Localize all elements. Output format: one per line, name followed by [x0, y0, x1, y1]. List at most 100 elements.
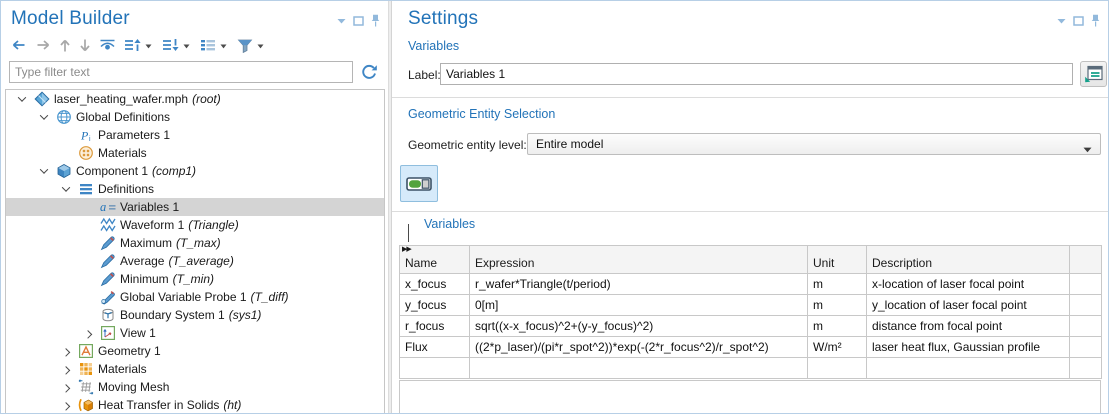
- collapse-chevron-icon[interactable]: [56, 180, 76, 198]
- cell-extra[interactable]: [1070, 295, 1102, 316]
- refresh-button[interactable]: [359, 63, 381, 81]
- filter-button[interactable]: [233, 36, 257, 55]
- tree-item-global-definitions[interactable]: Global Definitions: [6, 108, 384, 126]
- cell-name[interactable]: r_focus: [400, 316, 470, 337]
- model-builder-window-controls: [337, 14, 380, 27]
- filter-input[interactable]: [9, 61, 353, 83]
- cell-extra[interactable]: [1070, 316, 1102, 337]
- tree-item-view-1[interactable]: View 1: [6, 324, 384, 342]
- cell-unit[interactable]: W/m²: [808, 337, 867, 358]
- cell-name[interactable]: y_focus: [400, 295, 470, 316]
- expand-chevron-icon[interactable]: [56, 360, 76, 378]
- cell-extra[interactable]: [1070, 337, 1102, 358]
- cell-description[interactable]: laser heat flux, Gaussian profile: [867, 337, 1070, 358]
- tree-item-geometry-1[interactable]: Geometry 1: [6, 342, 384, 360]
- cell-empty[interactable]: [808, 358, 867, 379]
- tree-item-materials[interactable]: Materials: [6, 144, 384, 162]
- settings-title: Settings: [408, 8, 478, 30]
- pin-panel-icon[interactable]: [1091, 14, 1100, 27]
- tree-item-boundary-system-1[interactable]: Boundary System 1(sys1): [6, 306, 384, 324]
- label-input[interactable]: [440, 63, 1073, 85]
- tree-item-parameters-1[interactable]: PiParameters 1: [6, 126, 384, 144]
- back-button[interactable]: [7, 36, 31, 54]
- move-down-button[interactable]: [75, 36, 95, 55]
- table-row: y_focus0[m]my_location of laser focal po…: [400, 295, 1102, 316]
- column-header-extra: [1070, 246, 1102, 274]
- geometric-entity-level-label: Geometric entity level:: [408, 138, 527, 152]
- collapse-chevron-icon[interactable]: [34, 162, 54, 180]
- cell-description[interactable]: distance from focal point: [867, 316, 1070, 337]
- svg-text:i: i: [89, 136, 91, 143]
- parameters-icon: Pi: [76, 127, 95, 143]
- expand-chevron-icon[interactable]: [56, 396, 76, 413]
- cell-expression[interactable]: r_wafer*Triangle(t/period): [470, 274, 808, 295]
- geometric-entity-level-value: Entire model: [536, 137, 603, 151]
- tree-item-tag: (Triangle): [188, 218, 238, 232]
- expand-chevron-icon[interactable]: [78, 324, 98, 342]
- show-button[interactable]: [95, 36, 120, 54]
- tree-item-tag: (root): [192, 92, 221, 106]
- tree-item-variables-1[interactable]: aVariables 1: [6, 198, 384, 216]
- tree-item-moving-mesh[interactable]: Moving Mesh: [6, 378, 384, 396]
- collapse-all-button[interactable]: [158, 36, 183, 54]
- cell-empty[interactable]: [867, 358, 1070, 379]
- tree-item-definitions[interactable]: Definitions: [6, 180, 384, 198]
- dropdown-caret-icon[interactable]: [145, 44, 152, 49]
- tree-item-label: Waveform 1: [120, 218, 184, 232]
- chevron-down-icon: [1083, 142, 1092, 156]
- pin-panel-icon[interactable]: [371, 14, 380, 27]
- float-panel-icon[interactable]: [1073, 16, 1084, 26]
- row-insert-marker-icon: ▶▶: [402, 246, 411, 254]
- table-row: Flux((2*p_laser)/(pi*r_spot^2))*exp(-(2*…: [400, 337, 1102, 358]
- cell-description[interactable]: x-location of laser focal point: [867, 274, 1070, 295]
- cell-expression[interactable]: 0[m]: [470, 295, 808, 316]
- collapse-chevron-icon[interactable]: [34, 108, 54, 126]
- dropdown-caret-icon[interactable]: [183, 44, 190, 49]
- node-text-button[interactable]: [196, 36, 220, 54]
- tree-item-label: Moving Mesh: [98, 380, 169, 394]
- cell-empty[interactable]: [1070, 358, 1102, 379]
- move-up-button[interactable]: [55, 36, 75, 55]
- cell-unit[interactable]: m: [808, 316, 867, 337]
- geometric-entity-level-dropdown[interactable]: Entire model: [527, 133, 1101, 155]
- tree-item-waveform-1[interactable]: Waveform 1 (Triangle): [6, 216, 384, 234]
- table-row-empty: [400, 358, 1102, 379]
- tree-item-materials[interactable]: Materials: [6, 360, 384, 378]
- collapse-chevron-icon[interactable]: [12, 90, 32, 108]
- cell-name[interactable]: Flux: [400, 337, 470, 358]
- collapse-chevron-icon[interactable]: [408, 224, 409, 242]
- cell-empty[interactable]: [470, 358, 808, 379]
- float-panel-icon[interactable]: [353, 16, 364, 26]
- tree-item-heat-transfer-in-solids[interactable]: Heat Transfer in Solids(ht): [6, 396, 384, 413]
- dropdown-caret-icon[interactable]: [257, 44, 264, 49]
- expand-chevron-icon[interactable]: [56, 342, 76, 360]
- tree-item-average[interactable]: Average(T_average): [6, 252, 384, 270]
- expander-spacer: [78, 216, 98, 234]
- tree-item-laser-heating-wafer-mph[interactable]: laser_heating_wafer.mph(root): [6, 90, 384, 108]
- cell-name[interactable]: x_focus: [400, 274, 470, 295]
- expander-spacer: [56, 144, 76, 162]
- expander-spacer: [78, 234, 98, 252]
- tree-item-maximum[interactable]: Maximum(T_max): [6, 234, 384, 252]
- collapse-panel-icon[interactable]: [1057, 18, 1066, 24]
- active-selection-toggle-button[interactable]: [400, 165, 438, 202]
- rename-form-button[interactable]: [1080, 61, 1107, 87]
- forward-button[interactable]: [31, 36, 55, 54]
- tree-item-label: Geometry 1: [98, 344, 161, 358]
- tree-item-minimum[interactable]: Minimum(T_min): [6, 270, 384, 288]
- dropdown-caret-icon[interactable]: [220, 44, 227, 49]
- expand-chevron-icon[interactable]: [56, 378, 76, 396]
- cell-empty[interactable]: [400, 358, 470, 379]
- cell-description[interactable]: y_location of laser focal point: [867, 295, 1070, 316]
- svg-text:a: a: [100, 200, 106, 214]
- probe-icon: [98, 253, 117, 269]
- cell-unit[interactable]: m: [808, 274, 867, 295]
- tree-item-global-variable-probe-1[interactable]: Global Variable Probe 1(T_diff): [6, 288, 384, 306]
- collapse-panel-icon[interactable]: [337, 18, 346, 24]
- expand-all-button[interactable]: [120, 36, 145, 54]
- cell-expression[interactable]: sqrt((x-x_focus)^2+(y-y_focus)^2): [470, 316, 808, 337]
- cell-extra[interactable]: [1070, 274, 1102, 295]
- cell-unit[interactable]: m: [808, 295, 867, 316]
- cell-expression[interactable]: ((2*p_laser)/(pi*r_spot^2))*exp(-(2*r_fo…: [470, 337, 808, 358]
- tree-item-component-1[interactable]: Component 1(comp1): [6, 162, 384, 180]
